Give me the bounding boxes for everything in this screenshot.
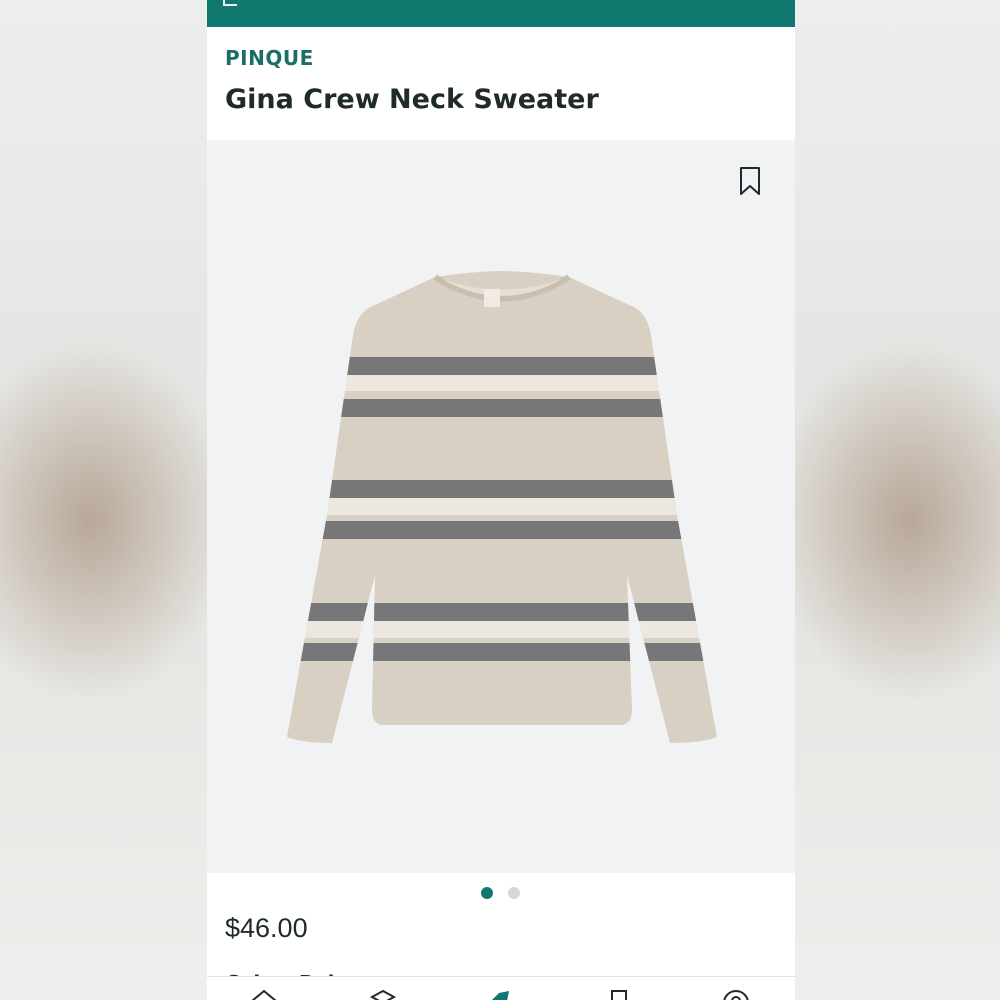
bookmark-icon[interactable] bbox=[604, 987, 634, 1000]
carousel-indicator bbox=[207, 884, 795, 904]
product-image bbox=[287, 271, 717, 743]
carousel-dot-2[interactable] bbox=[508, 887, 520, 899]
product-title: Gina Crew Neck Sweater bbox=[225, 84, 599, 115]
bookmark-icon[interactable] bbox=[739, 166, 761, 196]
product-brand: PINQUE bbox=[225, 46, 314, 70]
account-icon[interactable] bbox=[721, 987, 751, 1000]
back-icon[interactable] bbox=[223, 0, 237, 6]
bottom-tab-bar bbox=[207, 976, 795, 1000]
box-icon[interactable] bbox=[368, 987, 398, 1000]
app-screen: PINQUE Gina Crew Neck Sweater $46.00 bbox=[207, 0, 795, 1000]
carousel-dot-1[interactable] bbox=[481, 887, 493, 899]
home-icon[interactable] bbox=[249, 987, 279, 1000]
top-header-bar bbox=[207, 0, 795, 27]
tag-icon[interactable] bbox=[485, 987, 515, 1000]
product-price: $46.00 bbox=[225, 913, 308, 943]
